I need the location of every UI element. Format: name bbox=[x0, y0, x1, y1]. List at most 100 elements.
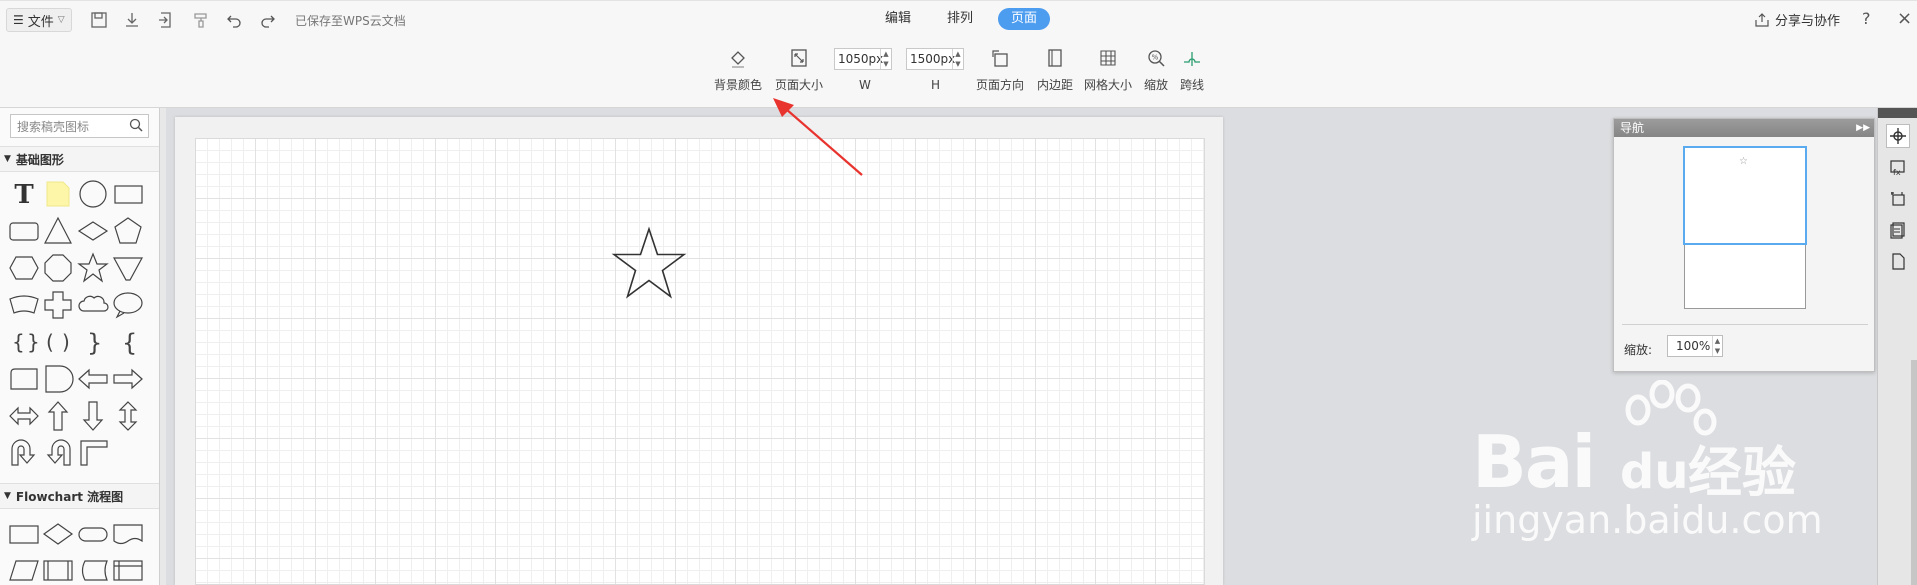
flow-terminator-shape[interactable] bbox=[77, 518, 109, 550]
right-arrow-shape[interactable] bbox=[112, 363, 144, 395]
tab-page[interactable]: 页面 bbox=[998, 8, 1051, 30]
drawing-canvas[interactable] bbox=[195, 138, 1205, 585]
u-turn-arrow-alt-shape[interactable] bbox=[42, 437, 74, 469]
navigator-zoom-input[interactable]: 100% ▲ ▼ bbox=[1667, 335, 1723, 357]
speech-bubble-shape[interactable] bbox=[112, 289, 144, 321]
u-turn-arrow-shape[interactable] bbox=[8, 437, 40, 469]
pages-icon[interactable] bbox=[1886, 218, 1910, 242]
curly-brace-pair-shape[interactable]: {} bbox=[8, 326, 40, 358]
page-height-value: 1500px bbox=[910, 52, 956, 66]
section-flowchart-title: Flowchart 流程图 bbox=[15, 489, 124, 504]
redo-icon[interactable] bbox=[257, 9, 279, 31]
collapse-arrow-icon[interactable]: ▶▶ bbox=[1856, 119, 1870, 137]
navigator-zoom-label: 缩放: bbox=[1624, 343, 1653, 357]
page-orientation-button[interactable]: 页面方向 bbox=[976, 48, 1024, 93]
strip-header bbox=[1878, 108, 1917, 118]
undo-icon[interactable] bbox=[223, 9, 245, 31]
help-button[interactable]: ? bbox=[1862, 9, 1871, 28]
octagon-shape[interactable] bbox=[42, 252, 74, 284]
parentheses-shape[interactable]: () bbox=[42, 326, 74, 358]
share-button[interactable]: 分享与协作 bbox=[1754, 10, 1840, 29]
note-shape[interactable] bbox=[42, 178, 74, 210]
flow-document-shape[interactable] bbox=[112, 518, 144, 550]
left-arrow-shape[interactable] bbox=[77, 363, 109, 395]
watermark-brand-suffix: du bbox=[1620, 444, 1689, 500]
flow-process-shape[interactable] bbox=[8, 518, 40, 550]
flow-internal-storage-shape[interactable] bbox=[112, 554, 144, 585]
down-arrow-shape[interactable] bbox=[77, 400, 109, 432]
caret-down-icon: ▼ bbox=[4, 491, 11, 501]
format-painter-icon[interactable] bbox=[190, 9, 212, 31]
svg-text:}: } bbox=[87, 329, 102, 357]
page-height-input[interactable]: 1500px ▲ ▼ bbox=[906, 48, 964, 70]
jump-line-icon bbox=[1184, 52, 1200, 66]
star-shape-on-canvas[interactable] bbox=[611, 226, 687, 302]
flow-predefined-process-shape[interactable] bbox=[42, 554, 74, 585]
margin-label: 内边距 bbox=[1037, 78, 1074, 92]
file-menu-button[interactable]: ☰ 文件 ▽ bbox=[6, 8, 72, 32]
watermark-cn: 经验 bbox=[1688, 441, 1796, 504]
svg-text:T: T bbox=[14, 180, 34, 210]
navigator-title-bar[interactable]: 导航 ▶▶ bbox=[1614, 119, 1874, 137]
close-button[interactable]: × bbox=[1897, 8, 1912, 29]
navigator-viewport[interactable] bbox=[1683, 146, 1807, 245]
svg-text:): ) bbox=[62, 330, 70, 354]
search-icon[interactable] bbox=[129, 118, 143, 132]
grid-size-button[interactable]: 网格大小 bbox=[1084, 48, 1132, 93]
tab-edit[interactable]: 编辑 bbox=[872, 8, 924, 30]
left-right-arrow-shape[interactable] bbox=[8, 400, 40, 432]
triangle-shape[interactable] bbox=[42, 215, 74, 247]
flow-decision-shape[interactable] bbox=[42, 518, 74, 550]
section-basic-shapes[interactable]: ▼ 基础图形 bbox=[0, 146, 159, 172]
shape-search-input[interactable]: 搜索稿壳图标 bbox=[10, 114, 149, 138]
jump-line-button[interactable]: 跨线 bbox=[1180, 48, 1204, 93]
section-basic-shapes-title: 基础图形 bbox=[15, 152, 64, 167]
diamond-shape[interactable] bbox=[77, 215, 109, 247]
width-stepper[interactable]: ▲ ▼ bbox=[880, 49, 891, 69]
background-color-button[interactable]: 背景颜色 bbox=[714, 48, 762, 93]
page-size-icon bbox=[791, 49, 807, 67]
download-icon[interactable] bbox=[121, 9, 143, 31]
rounded-rectangle-shape[interactable] bbox=[8, 215, 40, 247]
hexagon-shape[interactable] bbox=[8, 252, 40, 284]
inverted-triangle-shape[interactable] bbox=[112, 252, 144, 284]
left-brace-shape[interactable]: { bbox=[112, 326, 144, 358]
corner-shape[interactable] bbox=[77, 437, 109, 469]
star-shape[interactable] bbox=[77, 252, 109, 284]
up-arrow-shape[interactable] bbox=[42, 400, 74, 432]
section-flowchart[interactable]: ▼ Flowchart 流程图 bbox=[0, 483, 159, 509]
jump-line-label: 跨线 bbox=[1180, 78, 1205, 92]
canvas-scrollbar[interactable] bbox=[1911, 360, 1917, 585]
export-icon[interactable] bbox=[155, 9, 177, 31]
curved-banner-shape[interactable] bbox=[8, 289, 40, 321]
up-down-arrow-shape[interactable] bbox=[112, 400, 144, 432]
circle-shape[interactable] bbox=[77, 178, 109, 210]
pentagon-shape[interactable] bbox=[112, 215, 144, 247]
margin-button[interactable]: 内边距 bbox=[1037, 48, 1073, 93]
page-size-label: 页面大小 bbox=[775, 78, 824, 92]
cross-shape[interactable] bbox=[42, 289, 74, 321]
height-stepper[interactable]: ▲ ▼ bbox=[952, 49, 963, 69]
rectangle-shape[interactable] bbox=[112, 178, 144, 210]
delay-shape[interactable] bbox=[42, 363, 74, 395]
formula-icon[interactable]: fx bbox=[1886, 156, 1910, 180]
navigator-toggle-icon[interactable] bbox=[1886, 124, 1910, 148]
right-brace-shape[interactable]: } bbox=[77, 326, 109, 358]
layers-icon[interactable] bbox=[1886, 187, 1910, 211]
cloud-shape[interactable] bbox=[77, 289, 109, 321]
chevron-down-icon: ▽ bbox=[57, 15, 65, 25]
page-size-button[interactable]: 页面大小 bbox=[775, 48, 823, 93]
zoom-button[interactable]: % 缩放 bbox=[1144, 48, 1168, 93]
text-shape[interactable]: T bbox=[8, 178, 40, 210]
annotation-arrow bbox=[773, 98, 863, 176]
share-label: 分享与协作 bbox=[1775, 14, 1841, 29]
document-icon[interactable] bbox=[1886, 249, 1910, 273]
flow-stored-data-shape[interactable] bbox=[77, 554, 109, 585]
flow-data-shape[interactable] bbox=[8, 554, 40, 585]
paint-bucket-icon bbox=[731, 51, 745, 68]
tab-arrange[interactable]: 排列 bbox=[934, 8, 986, 30]
save-icon[interactable] bbox=[88, 9, 110, 31]
zoom-stepper[interactable]: ▲ ▼ bbox=[1712, 336, 1722, 356]
page-width-input[interactable]: 1050px ▲ ▼ bbox=[834, 48, 892, 70]
rounded-square-shape[interactable] bbox=[8, 363, 40, 395]
